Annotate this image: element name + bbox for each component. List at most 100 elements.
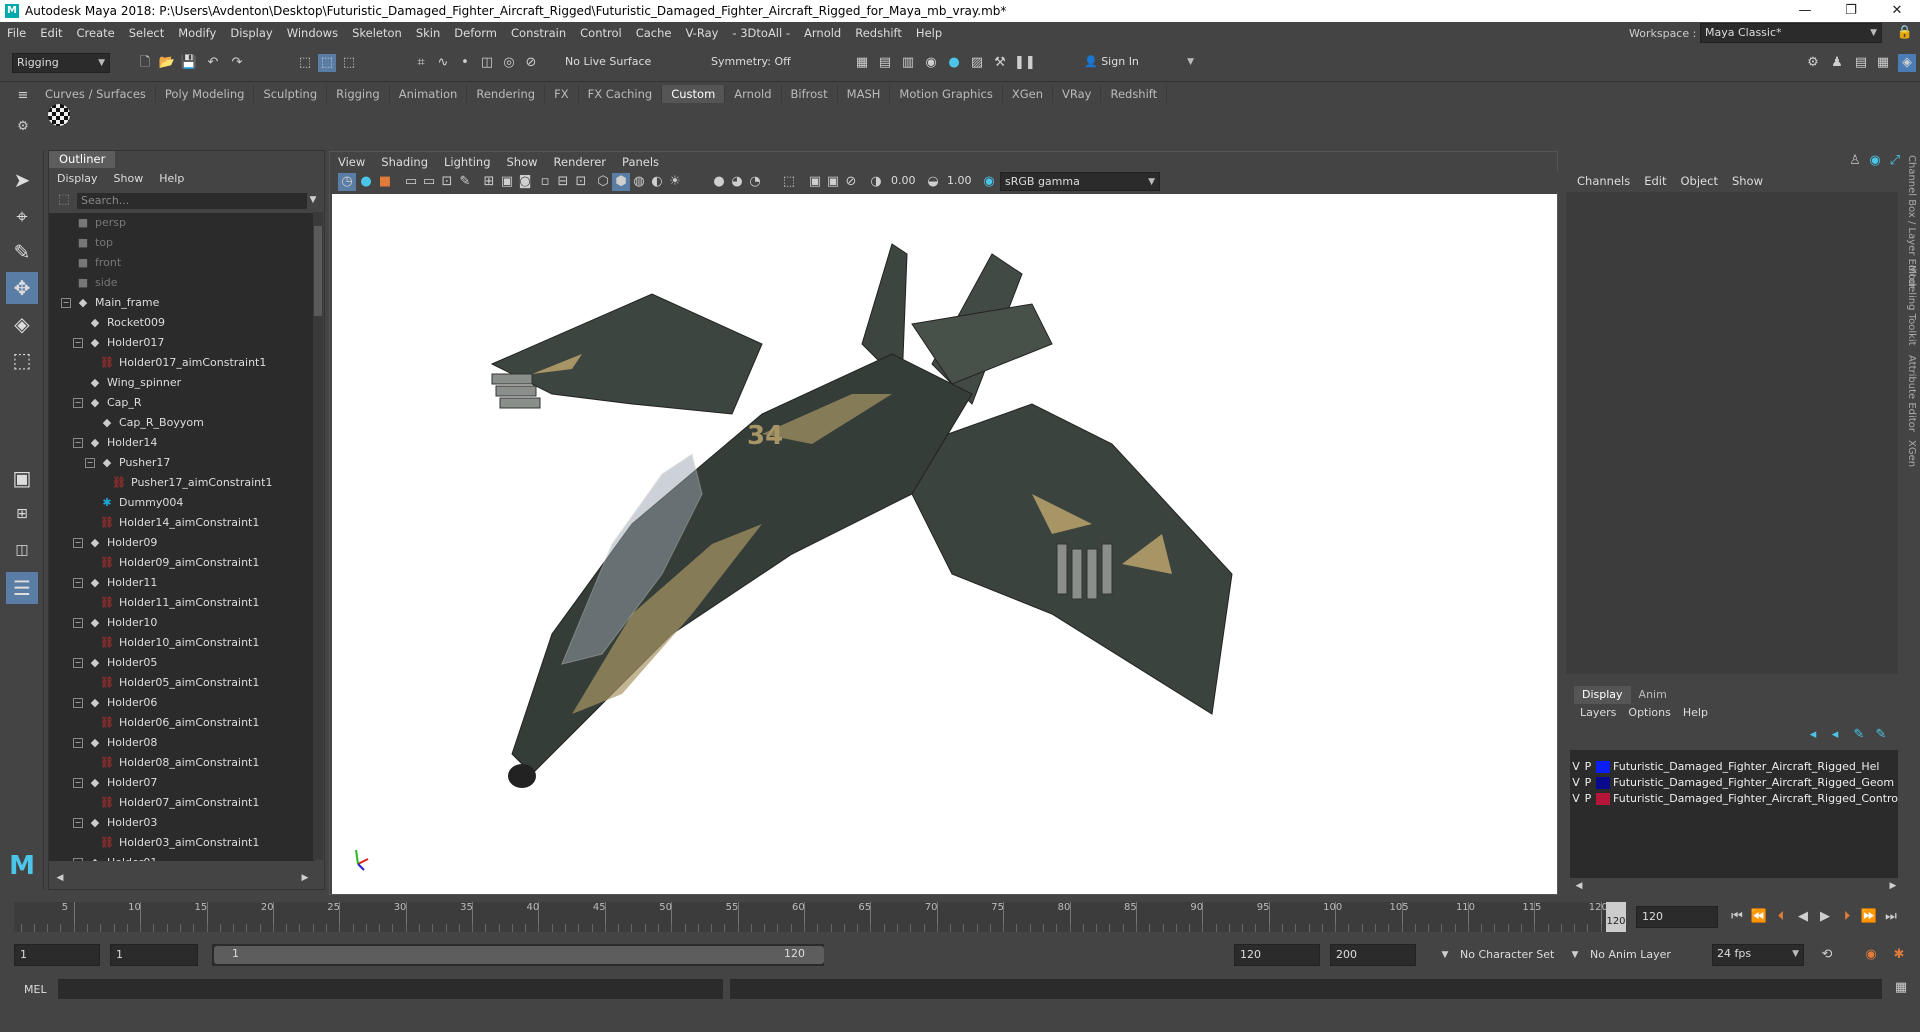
expand-toggle-icon[interactable]: − [73, 698, 83, 708]
current-time-marker[interactable]: 120 [1606, 902, 1626, 932]
shelf-tab-vray[interactable]: VRay [1053, 85, 1102, 103]
colorspace-dropdown[interactable]: sRGB gamma ▼ [1000, 172, 1160, 191]
channel-box-icon[interactable]: ◈ [1898, 54, 1916, 72]
range-bar[interactable] [214, 946, 824, 964]
fps-dropdown[interactable]: 24 fps ▼ [1712, 944, 1804, 966]
maximize-button[interactable]: ❐ [1828, 0, 1874, 22]
outliner-item[interactable]: ⛓ Holder03_aimConstraint1 [85, 833, 259, 853]
outliner-item[interactable]: ■ side [75, 273, 118, 293]
outliner-item[interactable]: ⛓ Holder017_aimConstraint1 [85, 353, 266, 373]
wireframe-icon[interactable]: ⬡ [594, 173, 612, 191]
vray-ipr-icon[interactable]: ⚒ [991, 54, 1009, 72]
outliner-item[interactable]: ■ front [75, 253, 121, 273]
ambient-occlusion-icon[interactable]: ◕ [728, 173, 746, 191]
expand-toggle-icon[interactable]: − [73, 438, 83, 448]
shelf-tab-fx[interactable]: FX [545, 85, 579, 103]
outliner-scrollbar[interactable] [313, 212, 323, 860]
outliner-item[interactable]: − ◆ Main_frame [61, 293, 159, 313]
side-tab-xgen[interactable]: XGen [1906, 440, 1917, 467]
script-language-label[interactable]: MEL [24, 983, 47, 996]
save-scene-icon[interactable]: 💾 [180, 54, 198, 72]
outliner-item[interactable]: − ◆ Holder06 [73, 693, 157, 713]
outliner-item[interactable]: − ◆ Holder017 [73, 333, 164, 353]
menu-skeleton[interactable]: Skeleton [345, 26, 409, 40]
menu-help[interactable]: Help [909, 26, 949, 40]
outliner-item[interactable]: ✱ Dummy004 [85, 493, 183, 513]
render-view-icon[interactable]: ● [945, 54, 963, 72]
outliner-item[interactable]: − ◆ Holder07 [73, 773, 157, 793]
layer-visibility-toggle[interactable]: V [1570, 790, 1582, 808]
tool-settings-icon[interactable]: ▦ [1874, 54, 1892, 72]
viewport-canvas[interactable]: 34 [332, 194, 1557, 894]
viewport-menu-lighting[interactable]: Lighting [436, 152, 498, 172]
shelf-tab-animation[interactable]: Animation [390, 85, 468, 103]
outliner-item[interactable]: − ◆ Holder05 [73, 653, 157, 673]
viewport-menu-show[interactable]: Show [499, 152, 546, 172]
time-slider-track[interactable]: 5 10 15 20 25 30 35 40 45 50 55 60 65 70 75 80 85 90 95 100… [14, 902, 1614, 932]
outliner-item[interactable]: ⛓ Holder14_aimConstraint1 [85, 513, 259, 533]
chevron-down-icon[interactable]: ▼ [304, 191, 322, 209]
menu-arnold[interactable]: Arnold [797, 26, 848, 40]
lock-camera-icon[interactable]: ● [357, 173, 375, 191]
viewport-menu-view[interactable]: View [330, 152, 373, 172]
image-plane-icon[interactable]: ▭ [420, 173, 438, 191]
modeling-toolkit-icon[interactable]: ⚙ [1804, 54, 1822, 72]
workspace-dropdown[interactable]: Maya Classic* ▼ [1700, 23, 1882, 43]
animation-start-field[interactable]: 1 [14, 944, 100, 966]
grid-icon[interactable]: ⊞ [480, 173, 498, 191]
expand-toggle-icon[interactable]: − [73, 338, 83, 348]
shelf-tab-motion-graphics[interactable]: Motion Graphics [890, 85, 1003, 103]
symmetry-label[interactable]: Symmetry: Off [711, 55, 791, 68]
layer-color-swatch[interactable] [1596, 761, 1610, 773]
lock-icon[interactable]: 🔒 [1896, 24, 1914, 42]
outliner-item[interactable]: ⛓ Holder09_aimConstraint1 [85, 553, 259, 573]
snap-view-icon[interactable]: ◫ [478, 54, 496, 72]
side-tab-attribute-editor[interactable]: Attribute Editor [1906, 355, 1917, 432]
go-to-end-icon[interactable]: ⏭ [1882, 908, 1900, 926]
motion-blur-icon[interactable]: ◔ [746, 173, 764, 191]
select-object-icon[interactable]: ⬚ [318, 54, 336, 72]
channel-box-toggle-icon[interactable]: ⤢ [1886, 152, 1904, 170]
grease-pencil-icon[interactable]: ✎ [456, 173, 474, 191]
expand-toggle-icon[interactable]: − [73, 578, 83, 588]
auto-key-icon[interactable]: ◉ [1862, 946, 1880, 964]
select-tool-icon[interactable]: ➤ [6, 164, 38, 196]
redo-icon[interactable]: ↷ [228, 54, 246, 72]
rotate-tool-icon[interactable]: ◈ [6, 308, 38, 340]
ipr-render-icon[interactable]: ▤ [876, 54, 894, 72]
menu-cache[interactable]: Cache [629, 26, 679, 40]
xray-joints-icon[interactable]: ▣ [824, 173, 842, 191]
isolate-select-icon[interactable]: ⬚ [780, 173, 798, 191]
hypershade-icon[interactable]: ◉ [922, 54, 940, 72]
outliner-item[interactable]: ◆ Wing_spinner [73, 373, 181, 393]
scale-tool-icon[interactable]: ⬚ [6, 344, 38, 376]
expand-toggle-icon[interactable]: − [73, 738, 83, 748]
channel-box-layer-icon[interactable]: ◉ [1866, 152, 1884, 170]
expand-toggle-icon[interactable]: − [73, 778, 83, 788]
outliner-filter-icon[interactable]: ⬚ [55, 191, 73, 209]
viewport-menu-renderer[interactable]: Renderer [546, 152, 615, 172]
expand-toggle-icon[interactable]: − [73, 858, 83, 861]
outliner-item[interactable]: − ◆ Cap_R [73, 393, 142, 413]
expand-toggle-icon[interactable]: − [73, 398, 83, 408]
layer-tab-anim[interactable]: Anim [1631, 686, 1675, 704]
outliner-search-input[interactable]: Search... [77, 193, 307, 209]
xray-icon[interactable]: ▣ [806, 173, 824, 191]
scrollbar-thumb[interactable] [314, 226, 322, 316]
gamma-icon[interactable]: ◒ [924, 173, 942, 191]
menu-create[interactable]: Create [70, 26, 122, 40]
menu-constrain[interactable]: Constrain [504, 26, 573, 40]
two-view-icon[interactable]: ◫ [6, 534, 38, 566]
go-to-start-icon[interactable]: ⏮ [1728, 908, 1746, 926]
menu-set-dropdown[interactable]: Rigging ▼ [12, 53, 110, 73]
snap-point-icon[interactable]: • [456, 54, 474, 72]
menu-3dtoall[interactable]: - 3DtoAll - [725, 26, 797, 40]
outliner-item[interactable]: − ◆ Holder10 [73, 613, 157, 633]
menu-windows[interactable]: Windows [280, 26, 345, 40]
side-tab-modeling-toolkit[interactable]: Modeling Toolkit [1906, 265, 1917, 346]
single-view-icon[interactable]: ▣ [6, 462, 38, 494]
current-frame-field[interactable]: 120 [1636, 906, 1718, 928]
outliner-item[interactable]: − ◆ Holder03 [73, 813, 157, 833]
four-view-icon[interactable]: ⊞ [6, 498, 38, 530]
outliner-title[interactable]: Outliner [49, 151, 116, 168]
